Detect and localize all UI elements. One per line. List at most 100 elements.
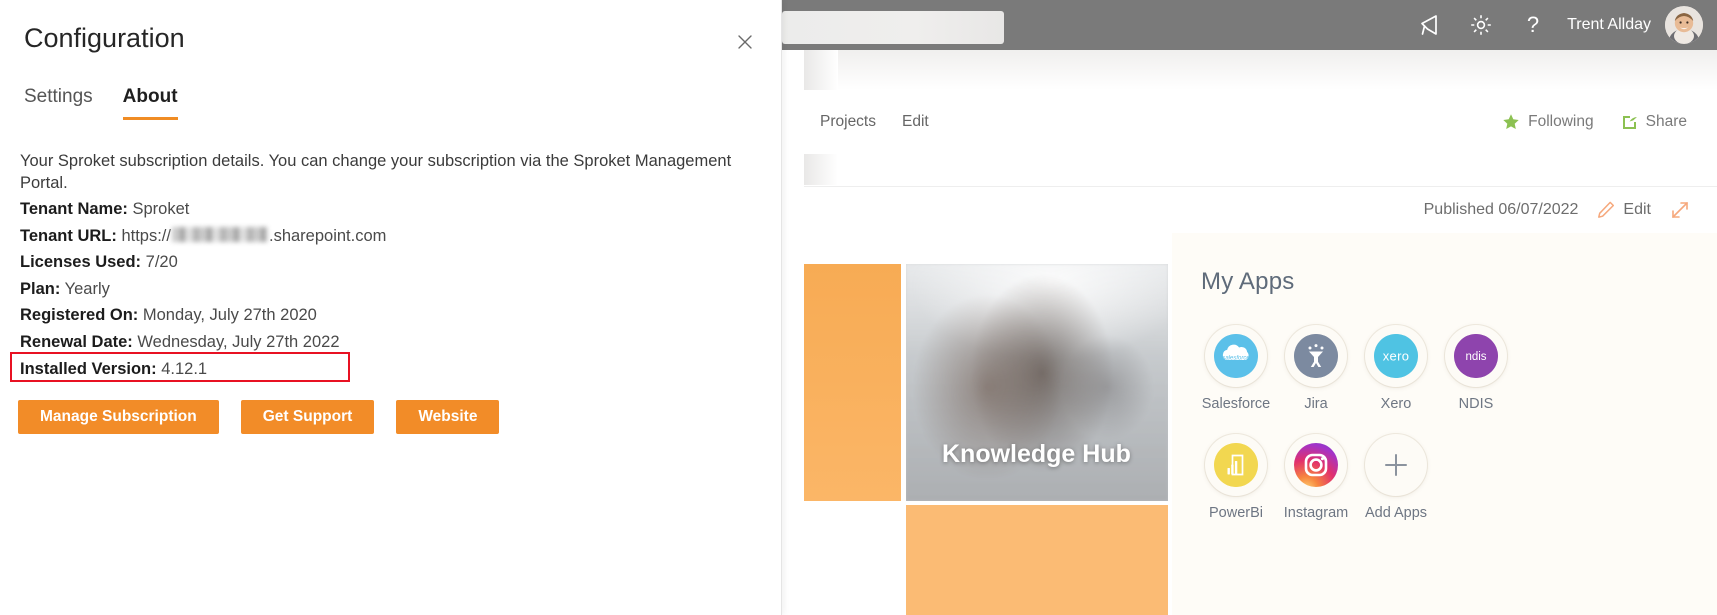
site-navigation: Projects Edit Following Share — [804, 90, 1717, 154]
detail-label: Licenses Used: — [20, 253, 142, 272]
page-title: Configuration — [24, 23, 185, 53]
page-status-bar: Published 06/07/2022 Edit — [804, 186, 1717, 233]
detail-label: Tenant Name: — [20, 200, 128, 218]
published-date: Published 06/07/2022 — [1423, 201, 1579, 218]
configuration-tabs: Settings About — [24, 86, 178, 120]
detail-tenant-url: Tenant URL: https:// .sharepoint.com — [20, 223, 720, 250]
salesforce-wordmark: salesforce — [1222, 355, 1250, 361]
edit-page-button[interactable]: Edit — [1596, 200, 1651, 220]
app-label: PowerBi — [1209, 505, 1263, 521]
app-label: Salesforce — [1201, 396, 1271, 412]
detail-registered-on: Registered On: Monday, July 27th 2020 — [20, 302, 720, 329]
nav-links: Projects Edit — [804, 113, 929, 131]
detail-label: Tenant URL: — [20, 226, 117, 245]
detail-value: Sproket — [132, 200, 190, 218]
app-salesforce[interactable]: salesforce Salesforce — [1196, 325, 1276, 412]
my-apps-panel: My Apps salesforce Salesforce Jira xero … — [1172, 233, 1717, 615]
star-icon — [1502, 113, 1520, 131]
app-instagram[interactable]: Instagram — [1276, 434, 1356, 521]
about-description: Your Sproket subscription details. You c… — [20, 152, 732, 193]
app-ndis[interactable]: ndis NDIS — [1436, 325, 1516, 412]
salesforce-icon: salesforce — [1214, 334, 1258, 378]
configuration-panel: Configuration Settings About Your Sproke… — [0, 0, 782, 615]
xero-wordmark: xero — [1383, 349, 1410, 364]
app-bubble — [1365, 434, 1427, 496]
user-name[interactable]: Trent Allday — [1559, 16, 1665, 34]
detail-tenant-name: Tenant Name: Sproket — [20, 196, 720, 223]
screen: ? Trent Allday Projects Edit Following S… — [0, 0, 1717, 615]
powerbi-icon — [1214, 443, 1258, 487]
detail-label: Installed Version: — [20, 359, 157, 378]
detail-value: 7/20 — [145, 253, 178, 272]
detail-value: Wednesday, July 27th 2022 — [137, 332, 340, 351]
suite-bar-actions: ? Trent Allday — [1403, 0, 1707, 50]
detail-value: 4.12.1 — [161, 359, 208, 378]
app-bubble: salesforce — [1205, 325, 1267, 387]
nav-link-edit[interactable]: Edit — [902, 113, 929, 131]
get-support-button[interactable]: Get Support — [240, 400, 375, 434]
close-icon[interactable] — [733, 30, 757, 54]
tile-knowledge-hub[interactable]: Knowledge Hub — [906, 264, 1168, 501]
tile-orange-left[interactable] — [804, 264, 901, 501]
detail-plan: Plan: Yearly — [20, 276, 720, 303]
plus-icon — [1374, 443, 1418, 487]
tile-caption: Knowledge Hub — [942, 440, 1131, 468]
tab-about[interactable]: About — [122, 86, 178, 120]
nav-actions: Following Share — [1502, 113, 1717, 131]
svg-text:?: ? — [1527, 12, 1539, 37]
app-label: Instagram — [1283, 505, 1349, 521]
instagram-icon — [1294, 443, 1338, 487]
app-label: Xero — [1380, 396, 1412, 412]
tile-orange-bottom[interactable] — [906, 505, 1168, 615]
detail-value-prefix: https:// — [121, 226, 171, 245]
page-header-gradient — [804, 50, 1717, 90]
app-xero[interactable]: xero Xero — [1356, 325, 1436, 412]
share-icon — [1620, 113, 1638, 131]
app-bubble — [1205, 434, 1267, 496]
search-input[interactable] — [782, 11, 1004, 44]
detail-renewal-date: Renewal Date: Wednesday, July 27th 2022 — [20, 329, 720, 356]
ndis-wordmark: ndis — [1465, 351, 1486, 363]
configuration-actions: Manage Subscription Get Support Website — [18, 400, 500, 434]
gear-icon[interactable] — [1455, 0, 1507, 50]
tab-settings[interactable]: Settings — [24, 86, 93, 120]
app-jira[interactable]: Jira — [1276, 325, 1356, 412]
avatar[interactable] — [1665, 6, 1703, 44]
app-bubble: xero — [1365, 325, 1427, 387]
my-apps-title: My Apps — [1201, 268, 1295, 295]
app-bubble — [1285, 325, 1347, 387]
xero-icon: xero — [1374, 334, 1418, 378]
my-apps-grid: salesforce Salesforce Jira xero Xero ndi… — [1196, 325, 1526, 521]
edit-label: Edit — [1623, 201, 1651, 218]
app-powerbi[interactable]: PowerBi — [1196, 434, 1276, 521]
help-icon[interactable]: ? — [1507, 0, 1559, 50]
manage-subscription-button[interactable]: Manage Subscription — [18, 400, 219, 434]
website-button[interactable]: Website — [396, 400, 500, 434]
detail-licenses-used: Licenses Used: 7/20 — [20, 249, 720, 276]
app-label: NDIS — [1458, 396, 1494, 412]
expand-button[interactable] — [1669, 199, 1691, 221]
subscription-details-list: Tenant Name: Sproket Tenant URL: https:/… — [20, 196, 720, 382]
app-label: Add Apps — [1364, 505, 1428, 521]
jira-icon — [1294, 334, 1338, 378]
detail-value: Monday, July 27th 2020 — [142, 306, 317, 325]
share-label: Share — [1645, 113, 1687, 130]
nav-link-projects[interactable]: Projects — [820, 113, 876, 131]
detail-label: Renewal Date: — [20, 332, 133, 351]
app-label: Jira — [1304, 396, 1328, 412]
app-bubble: ndis — [1445, 325, 1507, 387]
detail-label: Registered On: — [20, 306, 139, 325]
ndis-icon: ndis — [1454, 334, 1498, 378]
detail-label: Plan: — [20, 279, 61, 298]
megaphone-icon[interactable] — [1403, 0, 1455, 50]
pencil-icon — [1596, 200, 1616, 220]
detail-installed-version: Installed Version: 4.12.1 — [20, 356, 720, 383]
redacted-tenant-name — [171, 226, 268, 242]
following-button[interactable]: Following — [1502, 113, 1594, 131]
share-button[interactable]: Share — [1620, 113, 1687, 131]
detail-value-suffix: .sharepoint.com — [268, 226, 387, 245]
app-bubble — [1285, 434, 1347, 496]
detail-value: Yearly — [64, 279, 110, 298]
following-label: Following — [1528, 113, 1594, 130]
app-add-apps[interactable]: Add Apps — [1356, 434, 1436, 521]
